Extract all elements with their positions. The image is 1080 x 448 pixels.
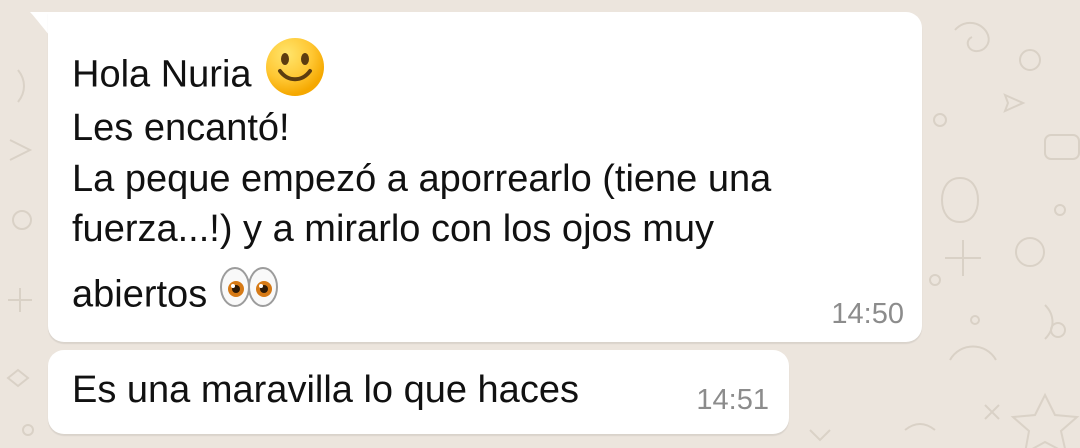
message-text: Es una maravilla lo que haces <box>72 369 579 411</box>
message-line: abiertos <box>72 267 280 323</box>
message-line: Hola Nuria <box>72 38 328 115</box>
message-time: 14:50 <box>831 298 904 330</box>
message-text: Les encantó! <box>72 107 290 149</box>
message-text: fuerza...!) y a mirarlo con los ojos muy <box>72 208 714 250</box>
message-text: abiertos <box>72 273 208 316</box>
chat-thread: Hola Nuria Les encantó! La peque empezó … <box>0 0 1080 448</box>
message-bubble-incoming[interactable]: Hola Nuria Les encantó! La peque empezó … <box>48 12 922 342</box>
message-bubble-incoming[interactable]: Es una maravilla lo que haces 14:51 <box>48 350 789 434</box>
message-bubble-tail <box>30 12 50 36</box>
slightly-smiling-face-icon <box>262 34 328 111</box>
eyes-icon <box>218 266 280 319</box>
message-text: La peque empezó a aporrearlo (tiene una <box>72 158 772 200</box>
message-time: 14:51 <box>696 384 769 416</box>
message-text: Hola Nuria <box>72 53 252 96</box>
